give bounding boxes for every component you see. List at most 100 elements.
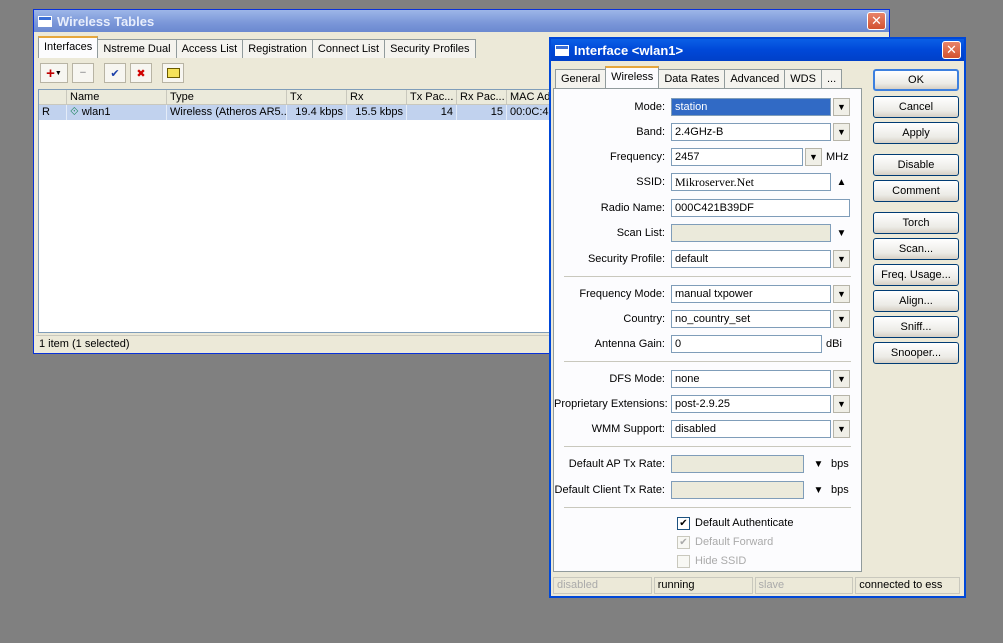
wmm-support-select[interactable]: disabled: [671, 420, 831, 438]
torch-button[interactable]: Torch: [873, 212, 959, 234]
default-ap-tx-rate-label: Default AP Tx Rate:: [568, 458, 665, 470]
disable-button[interactable]: Disable: [873, 154, 959, 176]
row-rx-packets: 15: [457, 105, 507, 120]
chevron-down-icon[interactable]: ▼: [833, 123, 850, 141]
proprietary-extensions-select[interactable]: post-2.9.25: [671, 395, 831, 413]
chevron-up-icon[interactable]: ▲: [833, 173, 850, 191]
chevron-down-icon[interactable]: ▼: [833, 250, 850, 268]
dfs-mode-label: DFS Mode:: [609, 373, 665, 385]
add-button[interactable]: + ▼: [40, 63, 68, 83]
tab-more[interactable]: ...: [820, 69, 843, 88]
chevron-down-icon[interactable]: ▼: [833, 310, 850, 328]
freq-usage-button[interactable]: Freq. Usage...: [873, 264, 959, 286]
chevron-down-icon[interactable]: ▼: [833, 285, 850, 303]
comment-button[interactable]: [162, 63, 184, 83]
hide-ssid-row[interactable]: Hide SSID: [677, 553, 746, 569]
row-tx-packets: 14: [407, 105, 457, 120]
frequency-mode-row: Frequency Mode: manual txpower ▼: [554, 285, 850, 303]
align-button[interactable]: Align...: [873, 290, 959, 312]
wireless-tables-titlebar[interactable]: Wireless Tables ✕: [34, 10, 889, 32]
dfs-mode-select[interactable]: none: [671, 370, 831, 388]
column-header-tx-packets[interactable]: Tx Pac...: [407, 90, 457, 104]
default-client-tx-rate-label: Default Client Tx Rate:: [554, 484, 665, 496]
column-header-tx[interactable]: Tx: [287, 90, 347, 104]
tab-registration[interactable]: Registration: [242, 39, 313, 58]
column-header-rx-packets[interactable]: Rx Pac...: [457, 90, 507, 104]
tab-advanced[interactable]: Advanced: [724, 69, 786, 88]
column-header-rx[interactable]: Rx: [347, 90, 407, 104]
antenna-gain-input[interactable]: 0: [671, 335, 822, 353]
scan-list-label: Scan List:: [616, 227, 665, 239]
default-forward-checkbox[interactable]: ✔: [677, 535, 690, 549]
disable-button[interactable]: ✖: [130, 63, 152, 83]
interface-titlebar[interactable]: Interface <wlan1> ✕: [551, 39, 964, 61]
default-forward-row[interactable]: ✔ Default Forward: [677, 534, 773, 550]
antenna-gain-label: Antenna Gain:: [594, 338, 665, 350]
row-tx: 19.4 kbps: [287, 105, 347, 120]
default-authenticate-label: Default Authenticate: [695, 517, 794, 529]
frequency-label: Frequency:: [609, 151, 665, 163]
ok-button[interactable]: OK: [873, 69, 959, 91]
cancel-button[interactable]: Cancel: [873, 96, 959, 118]
tab-connect-list[interactable]: Connect List: [311, 39, 386, 58]
chevron-down-icon[interactable]: ▼: [833, 370, 850, 388]
frequency-select[interactable]: 2457: [671, 148, 803, 166]
radio-name-row: Radio Name: 000C421B39DF: [554, 199, 850, 217]
security-profile-row: Security Profile: default ▼: [554, 250, 850, 268]
tab-access-list[interactable]: Access List: [175, 39, 244, 58]
enable-button[interactable]: ✔: [104, 63, 126, 83]
snooper-button[interactable]: Snooper...: [873, 342, 959, 364]
wireless-icon: ⟐: [70, 106, 79, 118]
band-select[interactable]: 2.4GHz-B: [671, 123, 831, 141]
default-authenticate-row[interactable]: ✔ Default Authenticate: [677, 515, 793, 531]
default-ap-tx-rate-unit: bps: [831, 458, 849, 470]
default-ap-tx-rate-row: Default AP Tx Rate: ▼ bps: [554, 455, 849, 473]
wireless-form: Mode: station ▼ Band: 2.4GHz-B ▼ Frequen…: [553, 88, 862, 572]
band-row: Band: 2.4GHz-B ▼: [554, 123, 850, 141]
tab-nstreme-dual[interactable]: Nstreme Dual: [97, 39, 177, 58]
default-client-tx-rate-input[interactable]: [671, 481, 804, 499]
status-running: running: [653, 577, 753, 594]
column-header-type[interactable]: Type: [167, 90, 287, 104]
security-profile-select[interactable]: default: [671, 250, 831, 268]
ssid-input[interactable]: Mikroserver.Net: [671, 173, 831, 191]
tab-security-profiles[interactable]: Security Profiles: [384, 39, 476, 58]
scan-list-input[interactable]: [671, 224, 831, 242]
chevron-down-icon[interactable]: ▼: [810, 455, 827, 473]
divider: [564, 361, 851, 362]
wmm-support-row: WMM Support: disabled ▼: [554, 420, 850, 438]
sniff-button[interactable]: Sniff...: [873, 316, 959, 338]
radio-name-input[interactable]: 000C421B39DF: [671, 199, 850, 217]
chevron-down-icon[interactable]: ▼: [833, 98, 850, 116]
frequency-mode-select[interactable]: manual txpower: [671, 285, 831, 303]
hide-ssid-checkbox[interactable]: [677, 554, 690, 568]
antenna-gain-unit: dBi: [826, 338, 842, 350]
tab-data-rates[interactable]: Data Rates: [658, 69, 726, 88]
chevron-down-icon[interactable]: ▼: [833, 395, 850, 413]
row-name-text: wlan1: [81, 106, 111, 118]
close-icon[interactable]: ✕: [942, 41, 961, 59]
column-header-name[interactable]: Name: [67, 90, 167, 104]
mode-select[interactable]: station: [671, 98, 831, 116]
chevron-down-icon[interactable]: ▼: [833, 224, 850, 242]
check-icon: ✔: [110, 67, 120, 80]
chevron-down-icon[interactable]: ▼: [833, 420, 850, 438]
tab-wds[interactable]: WDS: [784, 69, 822, 88]
close-icon[interactable]: ✕: [867, 12, 886, 30]
column-header-flag[interactable]: [39, 90, 67, 104]
comment-button[interactable]: Comment: [873, 180, 959, 202]
default-ap-tx-rate-input[interactable]: [671, 455, 804, 473]
default-authenticate-checkbox[interactable]: ✔: [677, 516, 690, 530]
tab-wireless[interactable]: Wireless: [605, 66, 660, 88]
tab-general[interactable]: General: [555, 69, 607, 88]
chevron-down-icon[interactable]: ▼: [805, 148, 822, 166]
tab-interfaces[interactable]: Interfaces: [38, 36, 99, 58]
country-select[interactable]: no_country_set: [671, 310, 831, 328]
scan-button[interactable]: Scan...: [873, 238, 959, 260]
country-row: Country: no_country_set ▼: [554, 310, 850, 328]
chevron-down-icon: ▼: [54, 69, 62, 77]
mode-label: Mode:: [634, 101, 665, 113]
apply-button[interactable]: Apply: [873, 122, 959, 144]
chevron-down-icon[interactable]: ▼: [810, 481, 827, 499]
remove-button[interactable]: −: [72, 63, 94, 83]
